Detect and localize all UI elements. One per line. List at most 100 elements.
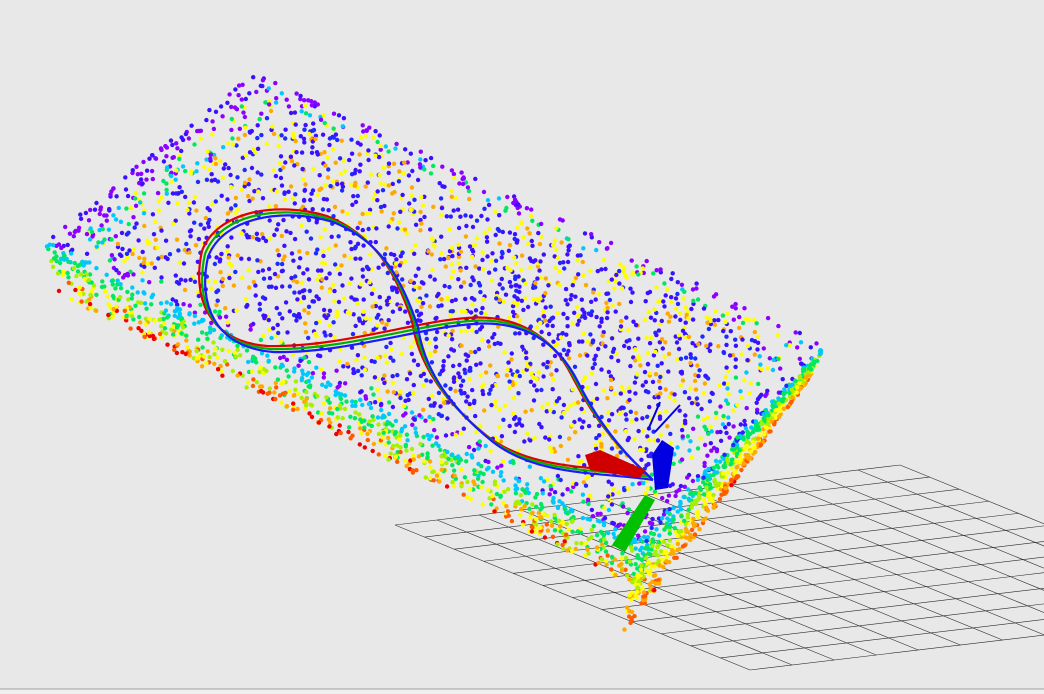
cloud-point — [581, 273, 586, 278]
cloud-point — [327, 142, 332, 148]
cloud-point — [207, 354, 212, 360]
cloud-point — [386, 170, 391, 176]
cloud-point — [243, 125, 248, 130]
cloud-point — [286, 374, 291, 379]
cloud-point — [371, 392, 376, 397]
cloud-point — [261, 276, 267, 281]
cloud-point — [479, 484, 484, 489]
cloud-point — [159, 324, 164, 329]
cloud-point — [348, 255, 353, 261]
cloud-point — [378, 204, 384, 210]
cloud-point — [555, 310, 561, 316]
cloud-point — [506, 315, 512, 321]
cloud-point — [104, 272, 109, 277]
cloud-point — [464, 265, 469, 270]
cloud-point — [666, 319, 672, 324]
cloud-point — [644, 568, 650, 573]
cloud-point — [273, 380, 278, 386]
cloud-point — [458, 268, 463, 273]
cloud-point — [590, 514, 596, 519]
cloud-point — [353, 199, 359, 205]
cloud-point — [263, 313, 268, 319]
cloud-point — [264, 141, 269, 147]
cloud-point — [557, 260, 563, 266]
cloud-point — [260, 83, 265, 89]
cloud-point — [405, 393, 410, 398]
cloud-point — [316, 420, 322, 425]
cloud-point — [451, 363, 456, 369]
cloud-point — [773, 408, 779, 413]
cloud-point — [302, 127, 307, 132]
cloud-point — [556, 396, 562, 401]
3d-viewport[interactable] — [0, 0, 1044, 694]
cloud-point — [593, 442, 598, 448]
cloud-point — [625, 605, 630, 610]
cloud-point — [269, 284, 274, 289]
cloud-point — [663, 387, 668, 392]
cloud-point — [470, 387, 475, 393]
cloud-point — [273, 173, 279, 179]
cloud-point — [413, 426, 418, 431]
cloud-point — [386, 411, 392, 417]
cloud-point — [355, 225, 360, 231]
cloud-point — [593, 353, 598, 358]
cloud-point — [437, 372, 442, 377]
cloud-point — [436, 390, 442, 396]
cloud-point — [518, 493, 523, 498]
cloud-point — [141, 159, 146, 165]
cloud-point — [379, 407, 384, 413]
cloud-point — [358, 390, 363, 395]
cloud-point — [210, 132, 215, 137]
cloud-point — [453, 432, 458, 438]
cloud-point — [129, 296, 134, 301]
cloud-point — [396, 220, 402, 225]
cloud-point — [635, 372, 640, 377]
cloud-point — [294, 318, 299, 323]
cloud-point — [174, 168, 179, 173]
cloud-point — [683, 305, 688, 310]
cloud-point — [433, 336, 438, 341]
cloud-point — [597, 324, 602, 329]
cloud-point — [188, 171, 193, 176]
cloud-point — [361, 309, 366, 314]
cloud-point — [705, 320, 710, 325]
cloud-point — [629, 617, 634, 623]
cloud-point — [629, 609, 635, 615]
cloud-point — [186, 200, 192, 205]
cloud-point — [528, 379, 534, 384]
cloud-point — [418, 209, 423, 215]
cloud-point — [766, 413, 771, 418]
cloud-point — [618, 522, 623, 527]
cloud-point — [337, 271, 343, 277]
cloud-point — [731, 447, 737, 452]
cloud-point — [793, 330, 798, 335]
cloud-point — [438, 250, 444, 256]
cloud-point — [470, 302, 475, 307]
cloud-point — [199, 330, 205, 335]
cloud-point — [662, 539, 667, 545]
cloud-point — [488, 448, 493, 454]
cloud-point — [176, 248, 181, 253]
cloud-point — [646, 310, 651, 315]
cloud-point — [211, 126, 217, 132]
cloud-point — [423, 418, 428, 423]
cloud-point — [192, 313, 198, 319]
cloud-point — [50, 264, 56, 269]
cloud-point — [691, 426, 696, 431]
cloud-point — [579, 297, 584, 302]
cloud-point — [505, 367, 510, 373]
cloud-point — [414, 308, 420, 314]
cloud-point — [539, 329, 544, 335]
cloud-point — [708, 441, 713, 446]
cloud-point — [410, 422, 415, 427]
cloud-point — [540, 491, 545, 496]
cloud-point — [623, 412, 628, 417]
cloud-point — [508, 284, 514, 289]
point-cloud-scene[interactable] — [0, 0, 1044, 694]
cloud-point — [71, 266, 77, 271]
cloud-point — [503, 292, 509, 297]
cloud-point — [770, 403, 775, 408]
cloud-point — [517, 501, 522, 506]
cloud-point — [110, 278, 116, 283]
cloud-point — [322, 150, 327, 155]
